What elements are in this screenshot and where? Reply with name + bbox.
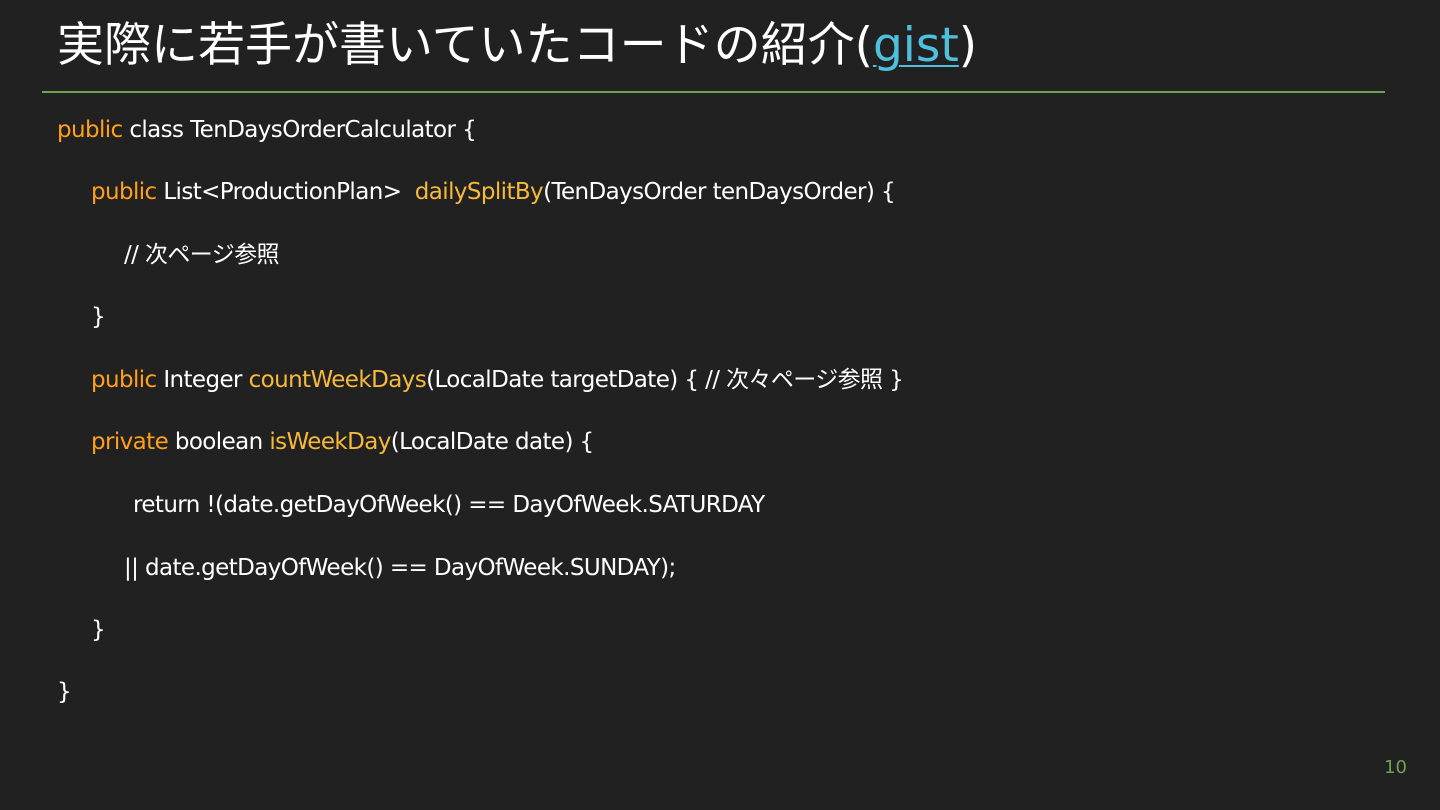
code-line-7: return !(date.getDayOfWeek() == DayOfWee… xyxy=(133,485,765,525)
slide-number: 10 xyxy=(1384,757,1407,778)
code-line-2: public List<ProductionPlan> dailySplitBy… xyxy=(91,172,896,212)
code-line-6: private boolean isWeekDay(LocalDate date… xyxy=(91,422,594,462)
code-line-1: public class TenDaysOrderCalculator { xyxy=(57,110,477,150)
code-line-8: || date.getDayOfWeek() == DayOfWeek.SUND… xyxy=(124,548,676,588)
keyword: public xyxy=(57,117,123,143)
code-text: (LocalDate date) { xyxy=(390,429,594,455)
code-line-9: } xyxy=(91,610,106,650)
title-paren-open: ( xyxy=(854,18,873,73)
code-comment: // 次ページ参照 xyxy=(124,242,280,268)
method-name: countWeekDays xyxy=(248,367,427,393)
closing-brace: } xyxy=(57,679,72,705)
code-text: || date.getDayOfWeek() == DayOfWeek.SUND… xyxy=(124,555,676,581)
method-name: isWeekDay xyxy=(269,429,391,455)
keyword: public xyxy=(91,179,157,205)
code-line-10: } xyxy=(57,672,72,712)
closing-brace: } xyxy=(91,304,106,330)
code-text: class TenDaysOrderCalculator { xyxy=(122,117,477,143)
title-divider xyxy=(42,91,1385,93)
code-line-4: } xyxy=(91,297,106,337)
gist-link[interactable]: gist xyxy=(873,18,959,73)
code-text: List<ProductionPlan> xyxy=(156,179,415,205)
code-line-3: // 次ページ参照 xyxy=(124,235,280,275)
slide-title: 実際に若手が書いていたコードの紹介(gist) xyxy=(57,12,977,80)
closing-brace: } xyxy=(91,617,106,643)
method-name: dailySplitBy xyxy=(414,179,544,205)
code-text: boolean xyxy=(168,429,270,455)
keyword: private xyxy=(91,429,169,455)
code-text: Integer xyxy=(156,367,249,393)
code-text: (TenDaysOrder tenDaysOrder) { xyxy=(543,179,896,205)
title-paren-close: ) xyxy=(958,18,978,73)
code-line-5: public Integer countWeekDays(LocalDate t… xyxy=(91,360,904,400)
code-text: (LocalDate targetDate) { // 次々ページ参照 } xyxy=(426,367,904,393)
title-text: 実際に若手が書いていたコードの紹介 xyxy=(57,18,855,73)
keyword: public xyxy=(91,367,157,393)
code-text: return !(date.getDayOfWeek() == DayOfWee… xyxy=(133,492,765,518)
